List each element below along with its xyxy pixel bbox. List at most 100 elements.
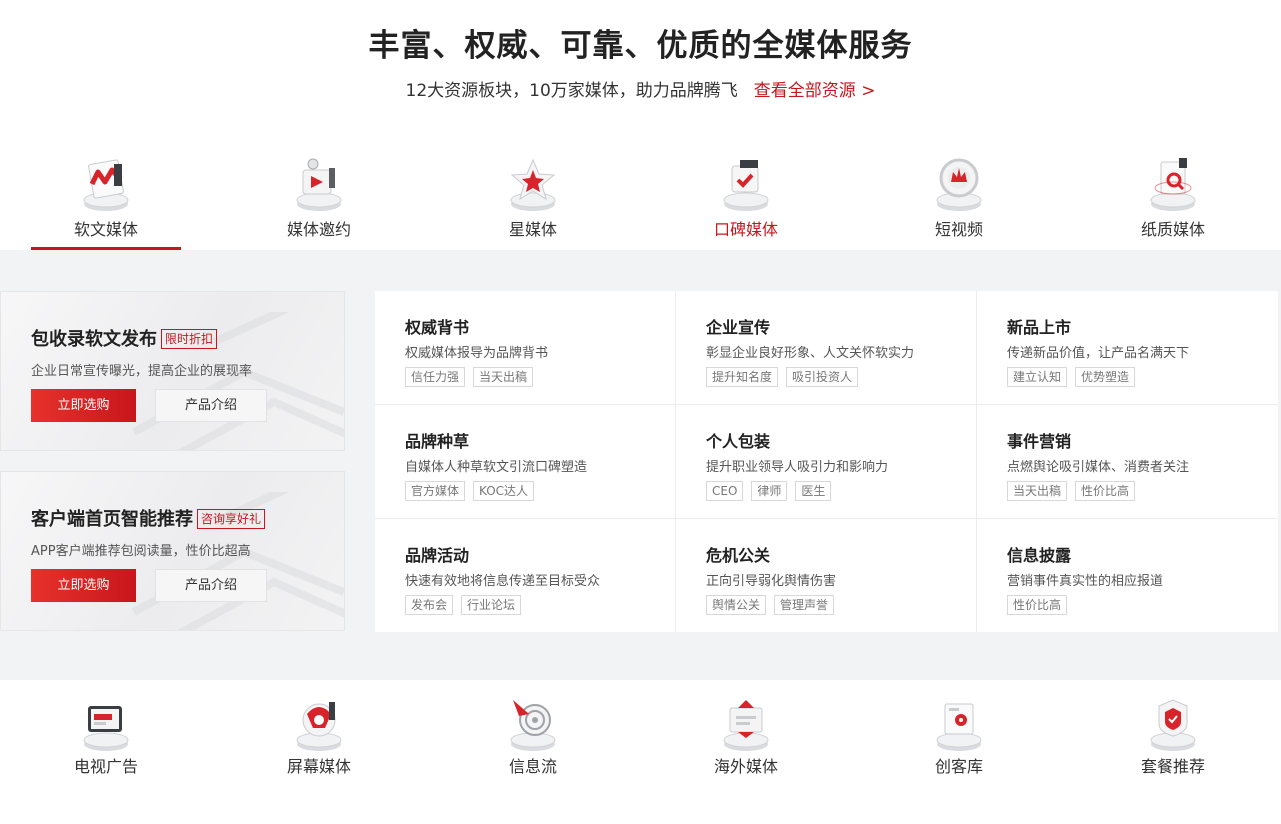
promo-card: 客户端首页智能推荐 咨询享好礼 APP客户端推荐包阅读量，性价比超高 立即选购 产… (0, 471, 345, 631)
service-title: 品牌活动 (405, 546, 470, 565)
service-tag: 性价比高 (1075, 481, 1136, 501)
service-tag: 信任力强 (405, 367, 466, 387)
category-overseas-media[interactable]: 海外媒体 (671, 690, 821, 786)
service-title: 事件营销 (1007, 432, 1072, 451)
service-tag: 性价比高 (1007, 595, 1068, 615)
tab-label: 媒体邀约 (286, 220, 351, 239)
package-icon (1145, 694, 1201, 754)
service-tags: 当天出稿 性价比高 (1007, 480, 1143, 501)
service-title: 企业宣传 (706, 318, 771, 337)
tab-news-article[interactable]: 软文媒体 (31, 150, 181, 250)
service-card[interactable]: 权威背书 权威媒体报导为品牌背书 信任力强 当天出稿 (375, 291, 676, 405)
tab-media-invite[interactable]: 媒体邀约 (244, 150, 394, 250)
service-tag: 优势塑造 (1075, 367, 1136, 387)
print-media-icon (1145, 154, 1201, 214)
news-article-icon (78, 154, 134, 214)
service-tag: CEO (706, 481, 744, 501)
service-tag: 发布会 (405, 595, 454, 615)
product-intro-button[interactable]: 产品介绍 (155, 569, 267, 602)
tab-label: 口碑媒体 (713, 220, 778, 239)
service-grid: 权威背书 权威媒体报导为品牌背书 信任力强 当天出稿 企业宣传 彰显企业良好形象、… (375, 291, 1278, 633)
view-all-resources-link[interactable]: 查看全部资源 > (754, 81, 876, 101)
tab-label: 短视频 (934, 220, 983, 239)
tab-print-media[interactable]: 纸质媒体 (1098, 150, 1248, 250)
buy-now-button[interactable]: 立即选购 (31, 569, 136, 602)
category-label: 套餐推荐 (1140, 757, 1205, 776)
promo-card: 包收录软文发布 限时折扣 企业日常宣传曝光，提高企业的展现率 立即选购 产品介绍 (0, 291, 345, 451)
more-categories: 电视广告 屏幕媒体 信息流 海外媒体 创客库 套餐推荐 (0, 680, 1281, 824)
service-card[interactable]: 新品上市 传递新品价值，让产品名满天下 建立认知 优势塑造 (977, 291, 1278, 405)
short-video-icon (931, 154, 987, 214)
promo-badge: 咨询享好礼 (197, 509, 266, 529)
service-card[interactable]: 个人包装 提升职业领导人吸引力和影响力 CEO 律师 医生 (676, 405, 977, 519)
service-tag: 当天出稿 (473, 367, 534, 387)
service-tag: 舆情公关 (706, 595, 767, 615)
service-tags: CEO 律师 医生 (706, 480, 839, 501)
hero-subtitle: 12大资源板块，10万家媒体，助力品牌腾飞 查看全部资源 > (0, 76, 1281, 101)
service-tag: 管理声誉 (774, 595, 835, 615)
service-description: 彰显企业良好形象、人文关怀软实力 (706, 346, 915, 361)
category-maker-library[interactable]: 创客库 (884, 690, 1034, 786)
tab-label: 纸质媒体 (1140, 220, 1205, 239)
category-tabs: 软文媒体 媒体邀约 星媒体 口碑媒体 短视频 纸质媒体 (0, 150, 1281, 250)
service-tags: 提升知名度 吸引投资人 (706, 366, 866, 387)
service-title: 信息披露 (1007, 546, 1072, 565)
service-tags: 信任力强 当天出稿 (405, 366, 541, 387)
service-title: 新品上市 (1007, 318, 1072, 337)
service-title: 权威背书 (405, 318, 470, 337)
media-invite-icon (291, 154, 347, 214)
promo-description: 企业日常宣传曝光，提高企业的展现率 (31, 364, 253, 379)
promo-title: 客户端首页智能推荐 咨询享好礼 (31, 505, 266, 531)
category-label: 屏幕媒体 (286, 757, 351, 776)
promo-title-text: 包收录软文发布 (31, 329, 157, 350)
tv-ad-icon (78, 694, 134, 754)
service-tag: 当天出稿 (1007, 481, 1068, 501)
category-screen-media[interactable]: 屏幕媒体 (244, 690, 394, 786)
star-media-icon (505, 154, 561, 214)
tab-short-video[interactable]: 短视频 (884, 150, 1034, 250)
buy-now-button[interactable]: 立即选购 (31, 389, 136, 422)
hero-subtitle-text: 12大资源板块，10万家媒体，助力品牌腾飞 (405, 81, 738, 101)
category-label: 信息流 (508, 757, 557, 776)
category-feed[interactable]: 信息流 (458, 690, 608, 786)
service-tag: 医生 (795, 481, 832, 501)
service-description: 点燃舆论吸引媒体、消费者关注 (1007, 460, 1190, 475)
screen-media-icon (291, 694, 347, 754)
service-tag: 行业论坛 (461, 595, 522, 615)
service-tags: 建立认知 优势塑造 (1007, 366, 1143, 387)
service-title: 危机公关 (706, 546, 771, 565)
category-tv-ad[interactable]: 电视广告 (31, 690, 181, 786)
category-label: 电视广告 (73, 757, 138, 776)
promo-title-text: 客户端首页智能推荐 (31, 509, 193, 530)
service-tag: 吸引投资人 (786, 367, 859, 387)
page-title: 丰富、权威、可靠、优质的全媒体服务 (368, 28, 913, 64)
hero-section: 丰富、权威、可靠、优质的全媒体服务 12大资源板块，10万家媒体，助力品牌腾飞查… (0, 0, 1281, 250)
service-card[interactable]: 品牌活动 快速有效地将信息传递至目标受众 发布会 行业论坛 (375, 519, 676, 633)
service-description: 正向引导弱化舆情伤害 (706, 574, 837, 589)
category-label: 海外媒体 (713, 757, 778, 776)
service-tags: 舆情公关 管理声誉 (706, 594, 842, 615)
service-title: 个人包装 (706, 432, 771, 451)
promo-title: 包收录软文发布 限时折扣 (31, 325, 218, 351)
promo-badge: 限时折扣 (161, 329, 218, 349)
service-description: 权威媒体报导为品牌背书 (405, 346, 549, 361)
service-description: 传递新品价值，让产品名满天下 (1007, 346, 1190, 361)
product-intro-button[interactable]: 产品介绍 (155, 389, 267, 422)
service-card[interactable]: 品牌种草 自媒体人种草软文引流口碑塑造 官方媒体 KOC达人 (375, 405, 676, 519)
overseas-media-icon (718, 694, 774, 754)
tab-label: 软文媒体 (73, 220, 138, 239)
maker-library-icon (931, 694, 987, 754)
service-description: 快速有效地将信息传递至目标受众 (405, 574, 601, 589)
feed-icon (505, 694, 561, 754)
category-package[interactable]: 套餐推荐 (1098, 690, 1248, 786)
service-card[interactable]: 信息披露 营销事件真实性的相应报道 性价比高 (977, 519, 1278, 633)
service-tag: 提升知名度 (706, 367, 779, 387)
service-card[interactable]: 危机公关 正向引导弱化舆情伤害 舆情公关 管理声誉 (676, 519, 977, 633)
category-label: 创客库 (934, 757, 983, 776)
service-card[interactable]: 企业宣传 彰显企业良好形象、人文关怀软实力 提升知名度 吸引投资人 (676, 291, 977, 405)
tab-label: 星媒体 (508, 220, 557, 239)
service-card[interactable]: 事件营销 点燃舆论吸引媒体、消费者关注 当天出稿 性价比高 (977, 405, 1278, 519)
tab-star-media[interactable]: 星媒体 (458, 150, 608, 250)
service-title: 品牌种草 (405, 432, 470, 451)
tab-reputation-media[interactable]: 口碑媒体 (671, 150, 821, 250)
